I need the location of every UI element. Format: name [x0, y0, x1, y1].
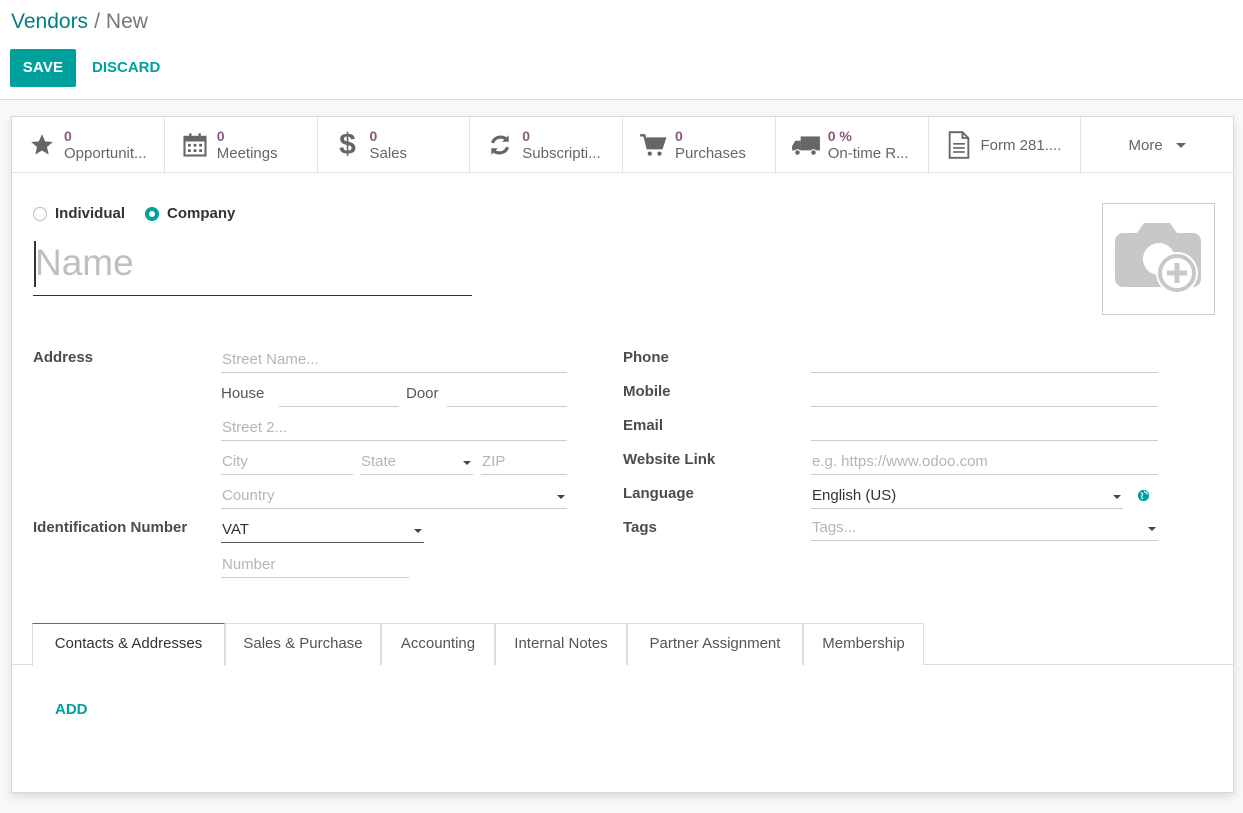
form-sheet: 0 Opportunit... 0 Meetings $ 0 Sales 0 Subsc… [11, 116, 1234, 793]
star-icon [26, 132, 58, 158]
language-label: Language [623, 485, 694, 502]
door-label: Door [406, 385, 439, 402]
purchases-button[interactable]: 0 Purchases [623, 117, 776, 173]
street-input[interactable]: Street Name... [221, 349, 567, 373]
tab-sales-purchase[interactable]: Sales & Purchase [225, 623, 381, 665]
stat-label: Opportunit... [64, 145, 147, 162]
city-input[interactable]: City [221, 451, 353, 475]
stat-value: 0 [64, 128, 72, 144]
stat-value: 0 [369, 128, 378, 144]
email-label: Email [623, 417, 664, 434]
house-label: House [221, 385, 265, 402]
phone-label: Phone [623, 349, 669, 366]
sales-button[interactable]: $ 0 Sales [318, 117, 471, 173]
tags-placeholder: Tags... [812, 519, 857, 536]
address-label: Address [33, 349, 94, 366]
mobile-input[interactable] [811, 383, 1158, 407]
calendar-icon [179, 131, 211, 159]
caret-down-icon [1148, 527, 1156, 531]
tab-contacts-addresses[interactable]: Contacts & Addresses [32, 623, 225, 666]
email-input[interactable] [811, 417, 1158, 441]
tab-accounting[interactable]: Accounting [381, 623, 495, 665]
website-input[interactable]: e.g. https://www.odoo.com [811, 451, 1158, 475]
id-type-value: VAT [222, 521, 249, 538]
state-select[interactable]: State [360, 451, 473, 475]
discard-button[interactable]: DISCARD [84, 49, 168, 87]
name-placeholder: Name [35, 242, 134, 283]
caret-down-icon [414, 529, 422, 533]
smart-button-box: 0 Opportunit... 0 Meetings $ 0 Sales 0 Subsc… [12, 117, 1233, 173]
state-placeholder: State [361, 453, 397, 470]
tab-partner-assignment[interactable]: Partner Assignment [627, 623, 803, 665]
tags-input[interactable]: Tags... [811, 517, 1158, 541]
stat-label: Purchases [675, 145, 746, 162]
street2-input[interactable]: Street 2... [221, 417, 567, 441]
mobile-label: Mobile [623, 383, 671, 400]
tab-membership[interactable]: Membership [803, 623, 924, 665]
refresh-icon [484, 132, 516, 158]
cart-icon [637, 132, 669, 158]
caret-down-icon [1113, 495, 1121, 499]
camera-plus-icon [1114, 219, 1203, 300]
stat-label: Sales [369, 145, 408, 162]
add-contact-button[interactable]: ADD [55, 701, 88, 718]
zip-input[interactable]: ZIP [481, 451, 567, 475]
notebook-tabs: Contacts & Addresses Sales & Purchase Ac… [12, 623, 1233, 666]
website-label: Website Link [623, 451, 716, 468]
language-value: English (US) [812, 487, 897, 504]
country-select[interactable]: Country [221, 485, 567, 509]
company-type-radio-group: Individual Company [33, 205, 255, 222]
stat-label: Form 281.... [980, 136, 1062, 154]
stat-value: 0 % [827, 128, 852, 144]
caret-down-icon [1175, 142, 1186, 148]
truck-icon [790, 133, 822, 157]
tab-internal-notes[interactable]: Internal Notes [495, 623, 627, 665]
stat-label: On-time R... [827, 145, 909, 162]
stat-label: Meetings [216, 145, 278, 162]
dollar-icon: $ [339, 128, 356, 161]
stat-value: 0 [522, 128, 531, 144]
radio-company-label[interactable]: Company [167, 205, 235, 222]
on-time-rate-button[interactable]: 0 % On-time R... [776, 117, 929, 173]
radio-individual-label[interactable]: Individual [55, 205, 125, 222]
more-button[interactable]: More [1081, 117, 1233, 173]
meetings-button[interactable]: 0 Meetings [165, 117, 318, 173]
radio-individual[interactable] [33, 206, 47, 221]
caret-down-icon [463, 461, 471, 465]
breadcrumb-separator: / [94, 10, 100, 33]
phone-input[interactable] [811, 349, 1158, 373]
globe-icon[interactable] [1137, 489, 1150, 507]
identification-label: Identification Number [33, 519, 188, 536]
language-select[interactable]: English (US) [811, 485, 1123, 509]
country-placeholder: Country [222, 487, 275, 504]
save-button[interactable]: SAVE [10, 49, 76, 87]
stat-value: 0 [675, 128, 683, 144]
breadcrumb: Vendors / New [11, 8, 148, 36]
stat-value: 0 [216, 128, 225, 144]
name-input[interactable]: Name [33, 241, 472, 296]
id-type-select[interactable]: VAT [221, 519, 424, 543]
breadcrumb-current: New [105, 10, 148, 33]
house-input[interactable] [279, 383, 399, 407]
stat-label: Subscripti... [522, 145, 601, 162]
form-281-button[interactable]: Form 281.... [929, 117, 1082, 173]
more-label: More [1128, 136, 1163, 154]
vat-number-input[interactable]: Number [221, 554, 409, 578]
door-input[interactable] [447, 383, 567, 407]
opportunities-button[interactable]: 0 Opportunit... [12, 117, 165, 173]
breadcrumb-vendors-link[interactable]: Vendors [11, 10, 88, 33]
tags-label: Tags [623, 519, 657, 536]
document-icon [943, 131, 975, 159]
avatar-upload[interactable] [1102, 203, 1215, 315]
subscriptions-button[interactable]: 0 Subscripti... [470, 117, 623, 173]
radio-company[interactable] [145, 206, 160, 221]
caret-down-icon [557, 495, 565, 499]
text-cursor [34, 241, 36, 287]
control-panel: Vendors / New SAVE DISCARD [0, 0, 1243, 100]
